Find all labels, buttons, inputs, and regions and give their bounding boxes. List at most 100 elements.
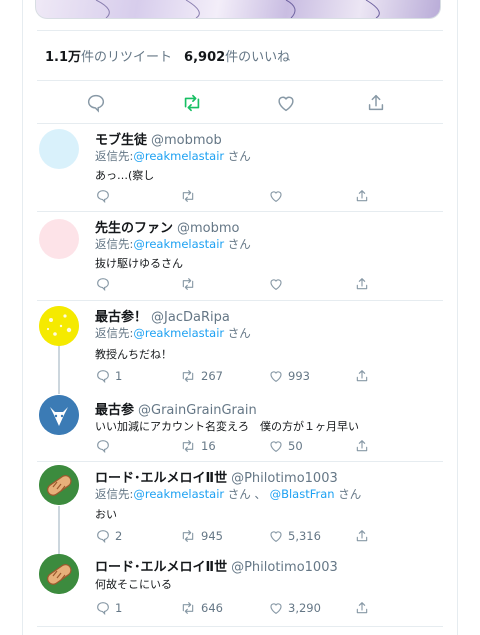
reply-button[interactable]: 1: [95, 599, 122, 617]
avatar[interactable]: [39, 554, 79, 594]
retweet-count: 945: [201, 529, 223, 543]
divider: [37, 80, 443, 81]
reply-context: 返信先:@reakmelastair さん 、 @BlastFran さん: [95, 486, 361, 502]
like-icon[interactable]: [275, 92, 297, 114]
avatar[interactable]: [39, 395, 79, 435]
likes-label[interactable]: 件のいいね: [225, 50, 290, 65]
retweet-button[interactable]: [179, 275, 201, 293]
reply-count: 2: [115, 529, 123, 543]
share-button[interactable]: [354, 527, 370, 545]
display-name[interactable]: ロード･エルメロイⅡ世: [95, 471, 227, 486]
tweet-text: あっ…(察し: [95, 169, 155, 182]
honorific: さん: [338, 487, 362, 501]
reply-count: 1: [115, 601, 123, 615]
reply-icon: [97, 602, 109, 616]
display-name[interactable]: モブ生徒: [95, 133, 147, 148]
avatar[interactable]: [39, 465, 79, 505]
tweet-actions: 2 945 5,316: [95, 527, 395, 545]
share-button[interactable]: [354, 367, 370, 385]
share-button[interactable]: [354, 437, 370, 455]
like-icon: [270, 371, 282, 382]
retweet-icon: [182, 602, 194, 614]
avatar[interactable]: [39, 129, 79, 169]
like-icon: [270, 441, 282, 452]
like-button[interactable]: 5,316: [268, 527, 321, 545]
share-button[interactable]: [354, 187, 370, 205]
retweet-icon: [182, 440, 194, 452]
avatar[interactable]: [39, 306, 79, 346]
like-count: 993: [288, 369, 310, 383]
reply-icon: [97, 370, 109, 384]
share-button[interactable]: [354, 599, 370, 617]
tweet-media-image[interactable]: [35, 0, 441, 19]
like-button[interactable]: [268, 187, 288, 205]
reply-button[interactable]: [95, 437, 115, 455]
reply-button[interactable]: 1: [95, 367, 122, 385]
display-name[interactable]: ロード･エルメロイⅡ世: [95, 560, 227, 575]
username[interactable]: @mobmob: [151, 133, 222, 148]
username[interactable]: @Philotimo1003: [231, 471, 338, 486]
mention-separator: 、: [254, 487, 266, 501]
reply-context: 返信先:@reakmelastair さん: [95, 148, 251, 164]
tweet-header: 最古参！ @JacDaRipa: [95, 306, 230, 325]
tweet-actions: 16 50: [95, 437, 395, 455]
mention-link[interactable]: @BlastFran: [270, 487, 335, 501]
divider: [37, 300, 443, 301]
reply-button[interactable]: 2: [95, 527, 122, 545]
tweet-actions: [95, 187, 395, 205]
divider: [37, 123, 443, 124]
divider: [37, 211, 443, 212]
display-name[interactable]: 先生のファン: [95, 221, 173, 236]
likes-count[interactable]: 6,902: [184, 50, 225, 65]
username[interactable]: @JacDaRipa: [151, 310, 230, 325]
mention-link[interactable]: @reakmelastair: [133, 326, 224, 340]
retweet-count: 16: [201, 439, 216, 453]
retweets-count[interactable]: 1.1万: [45, 50, 81, 65]
retweet-button[interactable]: 945: [179, 527, 223, 545]
mention-link[interactable]: @reakmelastair: [133, 237, 224, 251]
retweet-count: 646: [201, 601, 223, 615]
retweet-icon: [182, 530, 194, 542]
like-button[interactable]: 993: [268, 367, 310, 385]
retweet-button[interactable]: 267: [179, 367, 223, 385]
reply-button[interactable]: [95, 187, 115, 205]
share-icon: [356, 530, 368, 542]
retweet-button[interactable]: 16: [179, 437, 216, 455]
username[interactable]: @Philotimo1003: [231, 560, 338, 575]
reply-icon[interactable]: [85, 92, 107, 114]
share-button[interactable]: [354, 275, 370, 293]
divider: [37, 461, 443, 462]
like-button[interactable]: 50: [268, 437, 303, 455]
like-button[interactable]: 3,290: [268, 599, 321, 617]
bread-avatar-image: [39, 554, 79, 594]
retweets-label[interactable]: 件のリツイート: [81, 50, 172, 65]
display-name[interactable]: 最古参: [95, 403, 134, 418]
tweet-text: 教授んちだね！: [95, 348, 172, 361]
retweet-button[interactable]: [179, 187, 201, 205]
avatar[interactable]: [39, 219, 79, 259]
mention-link[interactable]: @reakmelastair: [133, 487, 224, 501]
tweet-text: おい: [95, 508, 117, 521]
reply-context: 返信先:@reakmelastair さん: [95, 236, 251, 252]
like-icon: [270, 279, 282, 290]
like-count: 50: [288, 439, 303, 453]
like-count: 5,316: [288, 529, 321, 543]
like-icon: [270, 191, 282, 202]
username[interactable]: @mobmo: [177, 221, 240, 236]
reply-button[interactable]: [95, 275, 115, 293]
reply-icon: [97, 278, 109, 292]
share-icon: [356, 602, 368, 614]
retweet-icon: [182, 370, 194, 382]
mention-link[interactable]: @reakmelastair: [133, 149, 224, 163]
share-icon[interactable]: [365, 92, 387, 114]
username[interactable]: @GrainGrainGrain: [138, 403, 257, 418]
like-button[interactable]: [268, 275, 288, 293]
bread-avatar-image: [39, 465, 79, 505]
retweet-button[interactable]: 646: [179, 599, 223, 617]
display-name[interactable]: 最古参！: [95, 310, 147, 325]
tweet-header: ロード･エルメロイⅡ世 @Philotimo1003: [95, 467, 338, 486]
divider: [37, 30, 443, 31]
retweet-icon[interactable]: [181, 92, 203, 114]
tweet-actions: 1 267 993: [95, 367, 395, 385]
retweet-icon: [182, 278, 194, 290]
